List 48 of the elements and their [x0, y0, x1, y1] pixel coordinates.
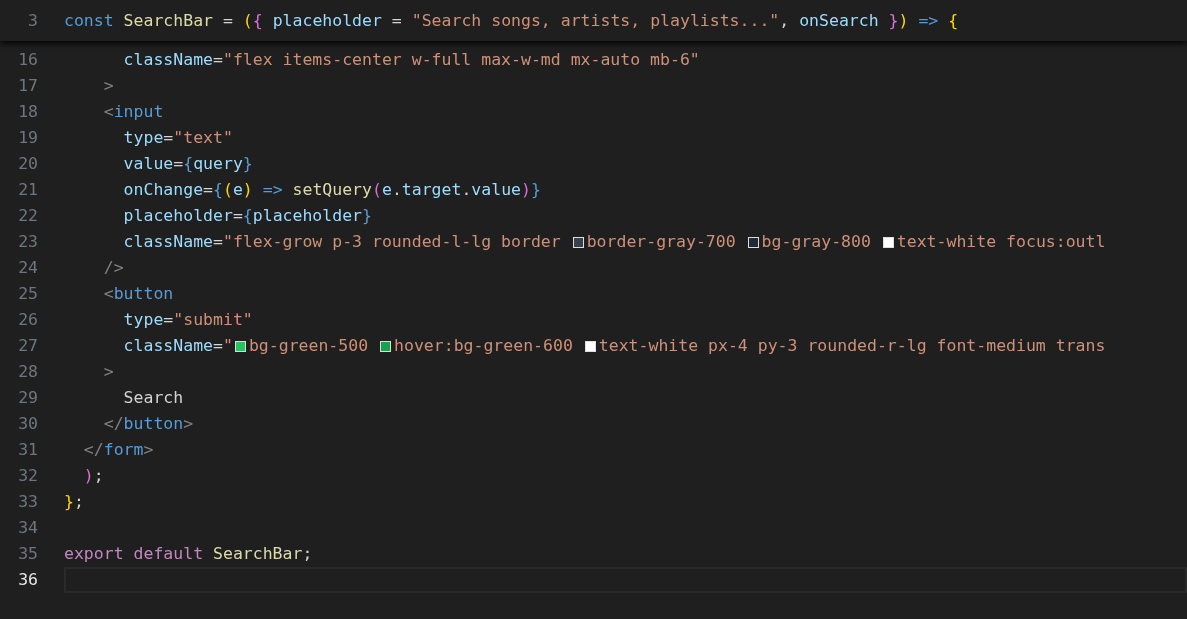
- line-number: 28: [18, 361, 38, 383]
- line-number: 29: [18, 387, 38, 409]
- line-number: 36: [18, 569, 38, 591]
- code-text: className="flex-grow p-3 rounded-l-lg border: [122, 231, 562, 253]
- line-number: 30: [18, 413, 38, 435]
- line-number: 20: [18, 153, 38, 175]
- code-text: bg-green-500: [248, 335, 370, 357]
- line-number: 27: [18, 335, 38, 357]
- line-number: 17: [18, 75, 38, 97]
- code-line: placeholder={placeholder}: [122, 205, 372, 227]
- line-number: 35: [18, 543, 38, 565]
- code-line: Search: [122, 387, 184, 409]
- code-line: <button: [102, 283, 174, 305]
- code-line: />: [102, 257, 124, 279]
- code-text: bg-gray-800: [761, 231, 872, 253]
- line-number: 26: [18, 309, 38, 331]
- code-line: >: [102, 75, 114, 97]
- code-line: const SearchBar = ({ placeholder = "Search songs, artists, playlists...", onSearch }) => {: [64, 9, 959, 32]
- line-number: 34: [18, 517, 38, 539]
- code-line: };: [64, 491, 84, 513]
- code-text: text-white focus:outl: [896, 231, 1106, 253]
- code-line: <input: [102, 101, 164, 123]
- line-number: 19: [18, 127, 38, 149]
- line-number: 3: [28, 9, 38, 32]
- line-number: 31: [18, 439, 38, 461]
- code-text: text-white px-4 py-3 rounded-r-lg font-medium trans: [598, 335, 1106, 357]
- line-number: 22: [18, 205, 38, 227]
- code-line: value={query}: [122, 153, 253, 175]
- line-number: 25: [18, 283, 38, 305]
- code-line: type="submit": [122, 309, 253, 331]
- code-line: type="text": [122, 127, 233, 149]
- code-line: >: [102, 361, 114, 383]
- line-number: 23: [18, 231, 38, 253]
- line-number: 18: [18, 101, 38, 123]
- line-number: 33: [18, 491, 38, 513]
- code-text: hover:bg-green-600: [394, 335, 574, 357]
- line-number: 16: [18, 49, 38, 71]
- code-line: </button>: [102, 413, 194, 435]
- code-text: className=": [122, 335, 233, 357]
- line-number: 32: [18, 465, 38, 487]
- line-number: 24: [18, 257, 38, 279]
- line-number: 21: [18, 179, 38, 201]
- code-line: export default SearchBar;: [64, 543, 313, 565]
- code-text: border-gray-700: [586, 231, 737, 253]
- code-line: );: [82, 465, 104, 487]
- code-line: </form>: [82, 439, 154, 461]
- code-line: onChange={(e) => setQuery(e.target.value)}: [122, 179, 541, 201]
- code-line: className="flex items-center w-full max-w-md mx-auto mb-6": [122, 49, 700, 71]
